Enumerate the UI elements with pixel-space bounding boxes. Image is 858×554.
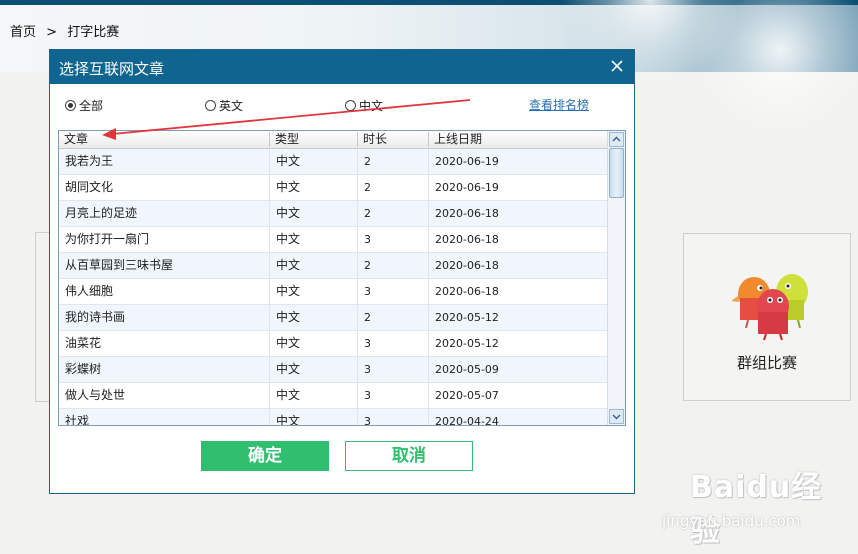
filter-all-label: 全部 xyxy=(79,98,104,113)
filter-chinese-radio[interactable]: 中文 xyxy=(345,97,383,113)
table-row[interactable]: 做人与处世 中文 3 2020-05-07 xyxy=(59,383,608,409)
radio-checked-icon xyxy=(65,99,76,111)
cell-date: 2020-05-12 xyxy=(435,311,499,324)
cell-article: 我若为王 xyxy=(59,149,270,174)
cell-date: 2020-06-18 xyxy=(435,233,499,246)
table-row[interactable]: 伟人细胞 中文 3 2020-06-18 xyxy=(59,279,608,305)
cell-duration: 2 xyxy=(358,305,429,330)
banner-decoration xyxy=(690,0,858,140)
cell-type: 中文 xyxy=(270,383,358,408)
col-header-duration[interactable]: 时长 xyxy=(358,132,429,147)
cell-date: 2020-05-07 xyxy=(435,389,499,402)
cell-type: 中文 xyxy=(270,409,358,425)
watermark-url: jingyan.baidu.com xyxy=(662,512,801,530)
table-row[interactable]: 胡同文化 中文 2 2020-06-19 xyxy=(59,175,608,201)
cell-duration: 2 xyxy=(358,149,429,174)
cell-type: 中文 xyxy=(270,331,358,356)
cell-article: 胡同文化 xyxy=(59,175,270,200)
cell-date: 2020-06-19 xyxy=(435,155,499,168)
scroll-thumb[interactable] xyxy=(609,148,624,198)
table-row[interactable]: 月亮上的足迹 中文 2 2020-06-18 xyxy=(59,201,608,227)
cell-type: 中文 xyxy=(270,357,358,382)
col-header-article[interactable]: 文章 xyxy=(59,132,270,147)
close-icon[interactable] xyxy=(610,59,624,73)
cell-article: 彩蝶树 xyxy=(59,357,270,382)
cell-article: 为你打开一扇门 xyxy=(59,227,270,252)
filter-all-radio[interactable]: 全部 xyxy=(65,97,103,113)
dialog-title-bar: 选择互联网文章 xyxy=(50,50,634,84)
cell-duration: 3 xyxy=(358,331,429,356)
cell-type: 中文 xyxy=(270,175,358,200)
cell-type: 中文 xyxy=(270,149,358,174)
cell-article: 油菜花 xyxy=(59,331,270,356)
table-scrollbar[interactable] xyxy=(607,131,625,425)
table-row[interactable]: 油菜花 中文 3 2020-05-12 xyxy=(59,331,608,357)
baidu-watermark: Baidu经验 jingyan.baidu.com xyxy=(662,462,852,549)
breadcrumb: 首页 > 打字比赛 xyxy=(10,21,125,40)
chevron-down-icon xyxy=(612,414,621,420)
group-match-label: 群组比赛 xyxy=(736,354,797,372)
cell-duration: 3 xyxy=(358,227,429,252)
select-article-dialog: 选择互联网文章 全部 英文 中文 查看排名榜 文章 类型 时长 上线日期 我若为… xyxy=(49,49,635,494)
cell-article: 伟人细胞 xyxy=(59,279,270,304)
cell-article: 从百草园到三味书屋 xyxy=(59,253,270,278)
confirm-button[interactable]: 确定 xyxy=(201,441,329,471)
cell-duration: 3 xyxy=(358,279,429,304)
cell-date: 2020-05-09 xyxy=(435,363,499,376)
col-header-type[interactable]: 类型 xyxy=(270,132,358,147)
cell-date: 2020-06-18 xyxy=(435,207,499,220)
chevron-up-icon xyxy=(612,136,621,142)
table-row[interactable]: 社戏 中文 3 2020-04-24 xyxy=(59,409,608,426)
cell-type: 中文 xyxy=(270,201,358,226)
cell-type: 中文 xyxy=(270,253,358,278)
cell-type: 中文 xyxy=(270,227,358,252)
cell-duration: 2 xyxy=(358,253,429,278)
cell-date: 2020-06-19 xyxy=(435,181,499,194)
scroll-down-button[interactable] xyxy=(609,409,624,424)
filter-english-label: 英文 xyxy=(219,98,244,113)
table-row[interactable]: 我的诗书画 中文 2 2020-05-12 xyxy=(59,305,608,331)
cell-date: 2020-06-18 xyxy=(435,285,499,298)
cell-article: 做人与处世 xyxy=(59,383,270,408)
cell-duration: 3 xyxy=(358,409,429,425)
cell-duration: 2 xyxy=(358,201,429,226)
view-ranking-link[interactable]: 查看排名榜 xyxy=(529,96,589,113)
breadcrumb-current: 打字比赛 xyxy=(67,25,120,40)
table-row[interactable]: 我若为王 中文 2 2020-06-19 xyxy=(59,149,608,175)
table-body: 我若为王 中文 2 2020-06-19 胡同文化 中文 2 2020-06-19 月亮上的足迹… xyxy=(59,149,608,426)
group-match-card[interactable]: 群组比赛 xyxy=(683,233,851,401)
cell-article: 月亮上的足迹 xyxy=(59,201,270,226)
cancel-button[interactable]: 取消 xyxy=(345,441,473,471)
cell-date: 2020-04-24 xyxy=(435,415,499,426)
table-row[interactable]: 彩蝶树 中文 3 2020-05-09 xyxy=(59,357,608,383)
cell-type: 中文 xyxy=(270,279,358,304)
filter-english-radio[interactable]: 英文 xyxy=(205,97,243,113)
filter-chinese-label: 中文 xyxy=(359,98,384,113)
cell-date: 2020-05-12 xyxy=(435,337,499,350)
group-birds-icon xyxy=(732,274,808,340)
cell-date: 2020-06-18 xyxy=(435,259,499,272)
cell-duration: 3 xyxy=(358,357,429,382)
radio-unchecked-icon xyxy=(345,99,356,111)
cell-article: 社戏 xyxy=(59,409,270,425)
col-header-date[interactable]: 上线日期 xyxy=(429,132,608,147)
cell-duration: 2 xyxy=(358,175,429,200)
table-row[interactable]: 从百草园到三味书屋 中文 2 2020-06-18 xyxy=(59,253,608,279)
cell-duration: 3 xyxy=(358,383,429,408)
cell-article: 我的诗书画 xyxy=(59,305,270,330)
article-table: 文章 类型 时长 上线日期 我若为王 中文 2 2020-06-19 胡同文化 中文 2 20… xyxy=(58,130,626,426)
dialog-title: 选择互联网文章 xyxy=(59,60,165,78)
breadcrumb-separator: > xyxy=(46,25,58,40)
watermark-brand: Baidu经验 xyxy=(690,470,823,549)
cell-type: 中文 xyxy=(270,305,358,330)
radio-unchecked-icon xyxy=(205,99,216,111)
table-row[interactable]: 为你打开一扇门 中文 3 2020-06-18 xyxy=(59,227,608,253)
scroll-up-button[interactable] xyxy=(609,132,624,147)
breadcrumb-home[interactable]: 首页 xyxy=(10,25,36,40)
table-header: 文章 类型 时长 上线日期 xyxy=(59,131,608,149)
